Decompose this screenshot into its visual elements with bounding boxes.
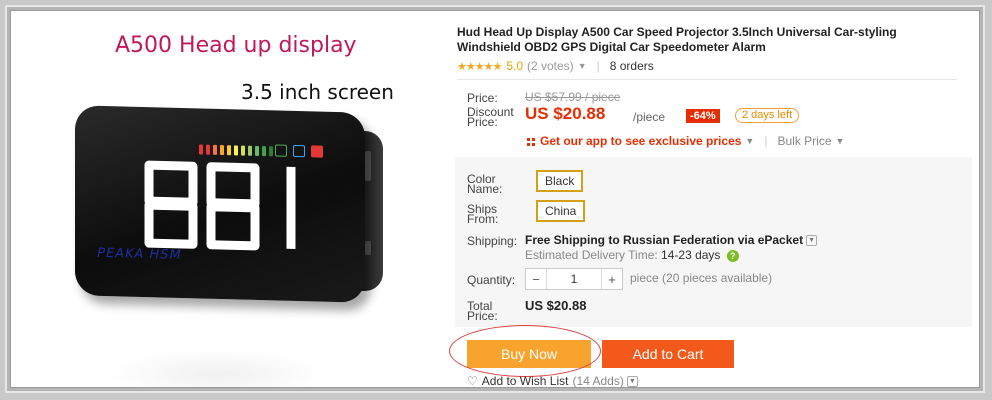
wishlist-count: (14 Adds) [572,374,624,388]
speed-digits: 881 [144,160,296,251]
side-port [365,241,371,255]
help-icon[interactable]: ? [726,249,739,262]
side-button [365,151,371,181]
divider: | [764,134,768,148]
hud-device: 881 PEAKA HSM [75,105,365,303]
votes-link[interactable]: (2 votes) [527,59,574,73]
ships-from-china[interactable]: China [536,200,586,222]
divider [457,79,957,80]
ships-from-label: Ships From: [467,202,499,226]
qr-code-icon [525,135,536,147]
estimate-label: Estimated Delivery Time: [525,248,658,262]
hud-status-icons [275,144,323,158]
shipping-method-text[interactable]: Free Shipping to Russian Federation via … [525,233,803,247]
image-subtitle: 3.5 inch screen [241,80,394,104]
shipping-label: Shipping: [467,234,518,248]
led-bar [199,144,273,157]
product-image[interactable]: A500 Head up display 3.5 inch screen PEA… [11,11,441,387]
rating-row: ★★★★★ 5.0 (2 votes) ▼ | 8 orders [457,59,654,73]
app-promo-link[interactable]: Get our app to see exclusive prices [540,134,741,148]
image-reflection [107,349,327,387]
rating-value: 5.0 [506,59,523,73]
quantity-label: Quantity: [467,273,516,287]
original-price: US $57.99 / piece [525,90,621,104]
chevron-down-icon[interactable]: ▼ [836,136,845,146]
color-label: Color Name: [467,172,503,196]
days-left-badge: 2 days left [735,108,800,123]
wishlist-link[interactable]: Add to Wish List [482,374,569,387]
orders-count: 8 orders [609,59,654,73]
add-to-cart-button[interactable]: Add to Cart [602,340,734,368]
delivery-estimate: Estimated Delivery Time: 14-23 days ? [525,248,739,262]
quantity-increase-button[interactable]: + [602,272,622,287]
price-label: Price: [467,91,498,105]
product-details: Hud Head Up Display A500 Car Speed Proje… [449,11,972,388]
total-price-label: Total Price: [467,299,498,323]
device-logo: PEAKA HSM [95,245,184,263]
discount-badge: -64% [686,109,720,123]
total-price-value: US $20.88 [525,298,587,313]
chevron-down-icon[interactable]: ▼ [578,61,587,71]
color-option-black[interactable]: Black [536,170,584,192]
image-title: A500 Head up display [115,33,357,58]
app-promo-row: Get our app to see exclusive prices ▼ | … [525,134,844,148]
product-title[interactable]: Hud Head Up Display A500 Car Speed Proje… [457,25,957,55]
quantity-input[interactable]: 1 [546,269,602,289]
heart-icon[interactable]: ♡ [467,374,478,387]
discount-price: US $20.88 [525,104,606,123]
quantity-decrease-button[interactable]: − [526,272,546,287]
alarm-icon [311,145,323,158]
star-rating-icon[interactable]: ★★★★★ [457,60,502,73]
obd-icon [293,144,305,158]
quantity-stepper: − 1 + [525,268,623,290]
estimate-days: 14-23 days [661,248,721,262]
chevron-down-icon[interactable]: ▼ [745,136,754,146]
divider: | [596,59,600,73]
chevron-down-icon[interactable]: ▼ [806,235,818,247]
quantity-availability: piece (20 pieces available) [630,271,773,285]
bulk-price-link[interactable]: Bulk Price [777,134,831,148]
shipping-method[interactable]: Free Shipping to Russian Federation via … [525,233,818,247]
screenshot-frame: A500 Head up display 3.5 inch screen PEA… [10,10,980,388]
gps-icon [275,144,287,157]
buy-now-button[interactable]: Buy Now [467,340,591,368]
wishlist-row[interactable]: ♡ Add to Wish List (14 Adds) ▼ [467,374,638,388]
chevron-down-icon[interactable]: ▼ [626,375,638,387]
per-piece-unit: /piece [633,110,666,124]
discount-price-label: Discount Price: [467,105,514,129]
